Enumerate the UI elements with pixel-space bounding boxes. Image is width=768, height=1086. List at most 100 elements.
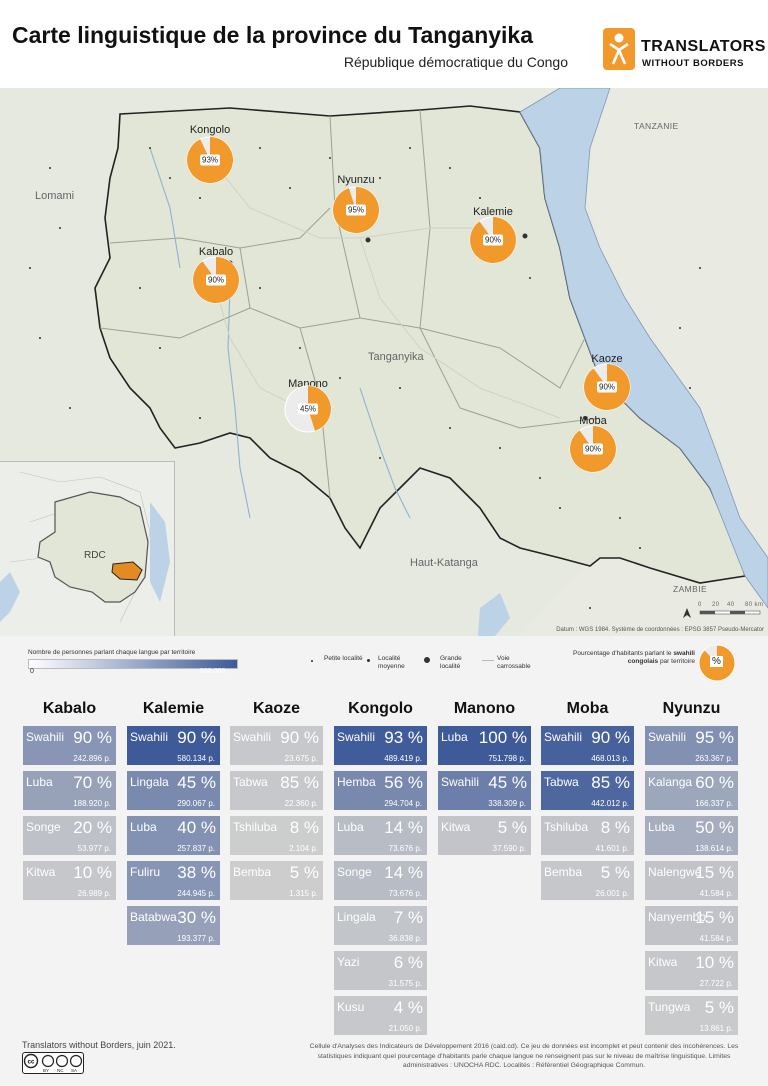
language-population: 138.614 p.	[695, 844, 733, 853]
language-name: Songe	[26, 820, 61, 834]
language-name: Swahili	[233, 730, 272, 744]
language-card: Bemba 5 % 1.315 p.	[230, 861, 323, 900]
language-card: Luba 40 % 257.837 p.	[127, 816, 220, 855]
language-name: Hemba	[337, 775, 376, 789]
territory-label-nyunzu: Nyunzu	[337, 174, 375, 186]
language-percent: 10 %	[695, 953, 734, 972]
language-percent: 15 %	[695, 863, 734, 882]
column-title: Kabalo	[42, 700, 97, 717]
column-title: Kongolo	[348, 700, 413, 717]
page-title: Carte linguistique de la province du Tan…	[12, 22, 534, 48]
language-population: 13.861 p.	[699, 1024, 733, 1033]
column-title: Manono	[453, 700, 516, 717]
legend-large-locality: Grande localité	[440, 655, 462, 670]
language-population: 31.575 p.	[388, 979, 422, 988]
label-tanganyika: Tanganyika	[368, 351, 424, 363]
pie-kaoze: 90%	[583, 363, 631, 411]
language-percent: 8 %	[289, 818, 319, 837]
language-population: 53.977 p.	[77, 844, 111, 853]
language-population: 26.001 p.	[595, 889, 629, 898]
pie-percent-label: 90%	[205, 274, 227, 286]
language-name: Batabwa	[130, 910, 177, 924]
language-name: Kitwa	[441, 820, 471, 834]
language-population: 41.584 p.	[699, 934, 733, 943]
language-card: Nanyembo 15 % 41.584 p.	[645, 906, 738, 945]
language-percent: 90 %	[280, 728, 319, 747]
header: Carte linguistique de la province du Tan…	[0, 0, 768, 88]
language-name: Tabwa	[233, 775, 268, 789]
language-percent: 40 %	[177, 818, 216, 837]
column-moba: Moba Swahili 90 % 468.013 p. Tabwa 85 % 442.01…	[541, 700, 634, 906]
language-population: 290.067 p.	[177, 799, 215, 808]
pie-kabalo: 90%	[192, 256, 240, 304]
language-population: 27.722 p.	[699, 979, 733, 988]
pie-kalemie: 90%	[469, 216, 517, 264]
language-percent: 90 %	[177, 728, 216, 747]
language-percent: 15 %	[695, 908, 734, 927]
label-rdc: RDC	[84, 550, 106, 561]
language-name: Swahili	[648, 730, 687, 744]
scale-40: 40	[727, 602, 735, 608]
language-percent: 56 %	[384, 773, 423, 792]
language-population: 36.838 p.	[388, 934, 422, 943]
language-percent: 14 %	[384, 863, 423, 882]
column-title: Kaoze	[252, 700, 301, 717]
logo-text-main: TRANSLATORS	[641, 38, 766, 55]
language-population: 73.676 p.	[388, 889, 422, 898]
scale-20: 20	[712, 602, 720, 608]
language-name: Swahili	[544, 730, 583, 744]
cc-license-badge: cc BY NC SA	[22, 1052, 84, 1074]
language-name: Songe	[337, 865, 372, 879]
language-percent: 95 %	[695, 728, 734, 747]
language-name: Tungwa	[648, 1000, 691, 1014]
language-card: Kitwa 5 % 37.590 p.	[438, 816, 531, 855]
pie-percent-label: 90%	[582, 443, 604, 455]
language-card: Luba 100 % 751.798 p.	[438, 726, 531, 765]
language-population: 489.419 p.	[384, 754, 422, 763]
language-percent: 90 %	[591, 728, 630, 747]
language-card: Tungwa 5 % 13.861 p.	[645, 996, 738, 1035]
language-card: Nalengwe 15 % 41.584 p.	[645, 861, 738, 900]
pie-percent-label: 90%	[596, 381, 618, 393]
language-card: Swahili 90 % 580.134 p.	[127, 726, 220, 765]
pie-moba: 90%	[569, 425, 617, 473]
pie-percent-label: 45%	[297, 403, 319, 415]
language-population: 37.590 p.	[492, 844, 526, 853]
language-card: Songe 20 % 53.977 p.	[23, 816, 116, 855]
language-name: Kalanga	[648, 775, 693, 789]
legend-gradient-label: Nombre de personnes parlant chaque langu…	[28, 649, 196, 656]
language-name: Bemba	[544, 865, 583, 879]
cc-nc: NC	[57, 1068, 64, 1073]
column-nyunzu: Nyunzu Swahili 95 % 263.367 p. Kalanga 60 % 16…	[645, 700, 738, 1041]
language-percent: 10 %	[73, 863, 112, 882]
language-name: Tshiluba	[233, 820, 278, 834]
legend-gradient-max: 500.000	[200, 668, 226, 675]
language-percent: 85 %	[280, 773, 319, 792]
column-title: Kalemie	[142, 700, 205, 717]
label-zambie: ZAMBIE	[673, 584, 708, 594]
page-subtitle: République démocratique du Congo	[343, 54, 568, 70]
language-percent: 38 %	[177, 863, 216, 882]
footer-credit: Translators without Borders, juin 2021.	[22, 1040, 176, 1050]
pie-nyunzu: 95%	[332, 186, 380, 234]
language-percent: 8 %	[600, 818, 630, 837]
language-card: Songe 14 % 73.676 p.	[334, 861, 427, 900]
language-population: 41.584 p.	[699, 889, 733, 898]
language-card: Hemba 56 % 294.704 p.	[334, 771, 427, 810]
language-card: Kitwa 10 % 26.989 p.	[23, 861, 116, 900]
language-name: Luba	[26, 775, 53, 789]
cc-by: BY	[43, 1068, 50, 1073]
legend-gradient-min: 0	[30, 668, 34, 675]
language-percent: 70 %	[73, 773, 112, 792]
language-population: 263.367 p.	[695, 754, 733, 763]
language-population: 188.920 p.	[73, 799, 111, 808]
legend-small-locality: Petite localité	[324, 655, 363, 662]
language-population: 22.360 p.	[284, 799, 318, 808]
language-population: 1.315 p.	[289, 889, 318, 898]
language-name: Luba	[441, 730, 468, 744]
inset-map: RDC	[0, 461, 175, 636]
language-card: Kitwa 10 % 27.722 p.	[645, 951, 738, 990]
language-percent: 60 %	[695, 773, 734, 792]
language-card: Fuliru 38 % 244.945 p.	[127, 861, 220, 900]
large-locality-icon	[424, 657, 430, 663]
